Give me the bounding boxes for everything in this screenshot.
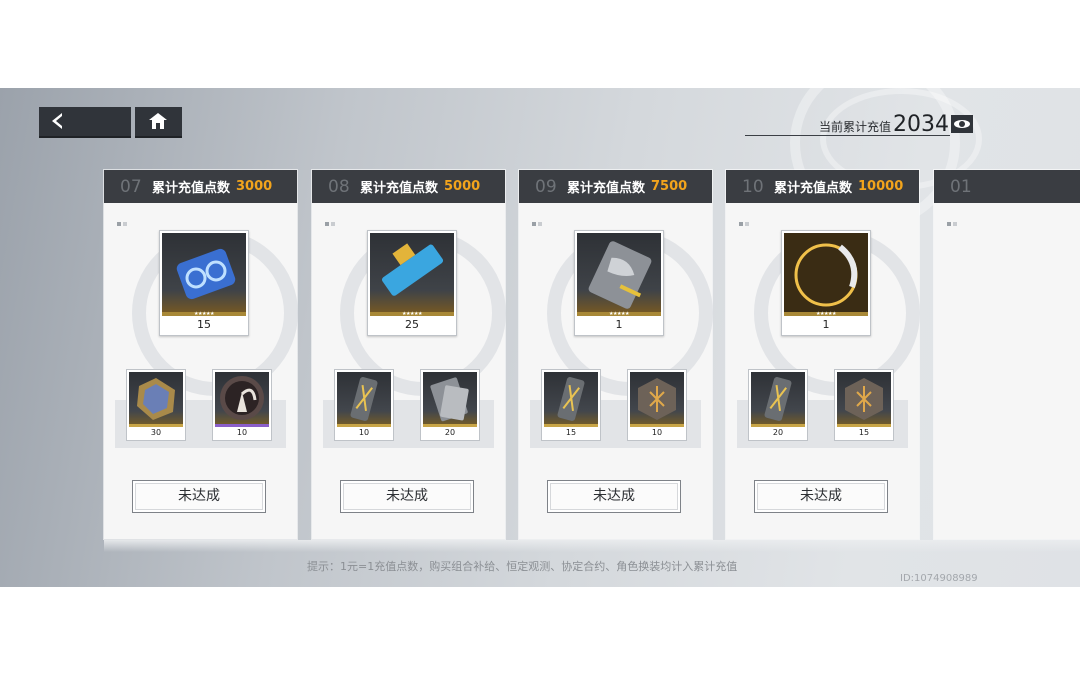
sub-reward-quantity: 15 xyxy=(858,428,870,437)
sub-reward-quantity: 20 xyxy=(444,428,456,437)
main-reward-quantity: 1 xyxy=(822,318,830,331)
rarity-stars: ★★★★★ xyxy=(784,312,868,317)
claim-status-button[interactable]: 未达成 xyxy=(132,480,266,513)
home-button[interactable] xyxy=(135,107,182,138)
back-button[interactable] xyxy=(39,107,131,138)
gold-crystal-tube-icon xyxy=(751,372,805,424)
sub-reward-quantity: 20 xyxy=(772,428,784,437)
sub-reward-item[interactable]: 20 xyxy=(748,369,808,441)
card-index: 07 xyxy=(120,176,142,197)
card-label: 累计充值点数 xyxy=(360,181,439,196)
reward-card: 08 累计充值点数 5000 ★★★★★ 25 10 20 未达成 xyxy=(312,170,506,539)
card-index: 01 xyxy=(950,176,972,197)
claim-status-button[interactable]: 未达成 xyxy=(754,480,888,513)
card-reflection xyxy=(104,540,1080,552)
card-header: 09 累计充值点数 7500 xyxy=(519,170,712,203)
sub-reward-item[interactable]: 15 xyxy=(541,369,601,441)
rarity-stars: ★★★★★ xyxy=(370,312,454,317)
card-dots-decoration xyxy=(739,211,753,226)
main-reward-quantity: 15 xyxy=(197,318,211,331)
hint-text: 提示：1元=1充值点数，购买组合补给、恒定观测、协定合约、角色换装均计入累计充值 xyxy=(307,560,738,573)
sub-reward-item[interactable]: 15 xyxy=(834,369,894,441)
claim-status-button[interactable]: 未达成 xyxy=(340,480,474,513)
card-label: 累计充值点数 xyxy=(774,181,853,196)
card-target-points: 3000 xyxy=(236,179,273,194)
home-icon xyxy=(149,113,167,120)
card-header: 07 累计充值点数 3000 xyxy=(104,170,297,203)
main-reward-quantity: 25 xyxy=(405,318,419,331)
rarity-bar xyxy=(837,424,891,427)
topup-underline xyxy=(745,135,950,136)
rune-cube-icon xyxy=(837,372,891,424)
card-header: 01 xyxy=(934,170,1080,203)
card-header: 08 累计充值点数 5000 xyxy=(312,170,505,203)
gold-crystal-tube-icon xyxy=(337,372,391,424)
eye-icon-pupil xyxy=(959,121,965,127)
player-id: ID:1074908989 xyxy=(900,573,978,584)
metal-plate-icon xyxy=(423,372,477,424)
reward-card: 10 累计充值点数 10000 ★★★★★ 1 20 15 未达成 xyxy=(726,170,920,539)
rarity-bar xyxy=(337,424,391,427)
claim-status-button[interactable]: 未达成 xyxy=(547,480,681,513)
sub-reward-quantity: 30 xyxy=(150,428,162,437)
sub-reward-item[interactable]: 10 xyxy=(212,369,272,441)
sub-reward-quantity: 10 xyxy=(236,428,248,437)
main-reward-item[interactable]: ★★★★★ 1 xyxy=(781,230,871,336)
rune-cube-icon xyxy=(630,372,684,424)
sub-reward-item[interactable]: 20 xyxy=(420,369,480,441)
sub-reward-quantity: 15 xyxy=(565,428,577,437)
rarity-bar xyxy=(751,424,805,427)
sub-reward-quantity: 10 xyxy=(358,428,370,437)
card-index: 09 xyxy=(535,176,557,197)
camo-card-icon xyxy=(577,233,661,315)
main-reward-quantity: 1 xyxy=(615,318,623,331)
rarity-bar xyxy=(129,424,183,427)
card-dots-decoration xyxy=(532,211,546,226)
main-reward-item[interactable]: ★★★★★ 25 xyxy=(367,230,457,336)
rarity-bar xyxy=(423,424,477,427)
rarity-bar xyxy=(215,424,269,427)
sub-reward-item[interactable]: 10 xyxy=(334,369,394,441)
blue-weapon-part-icon xyxy=(370,233,454,315)
card-dots-decoration xyxy=(117,211,131,226)
card-index: 10 xyxy=(742,176,764,197)
game-screen: 当前累计充值 2034 07 累计充值点数 3000 ★★★★★ 15 30 10 未达成 08… xyxy=(0,88,1080,587)
current-topup-display: 当前累计充值 2034 xyxy=(819,110,949,138)
main-reward-item[interactable]: ★★★★★ 15 xyxy=(159,230,249,336)
card-dots-decoration xyxy=(325,211,339,226)
rarity-stars: ★★★★★ xyxy=(577,312,661,317)
golden-ring-icon xyxy=(784,233,868,315)
home-icon-door xyxy=(156,123,160,129)
card-index: 08 xyxy=(328,176,350,197)
back-arrow-icon xyxy=(52,113,62,129)
sub-reward-item[interactable]: 30 xyxy=(126,369,186,441)
toggle-visibility-button[interactable] xyxy=(951,115,973,133)
card-target-points: 5000 xyxy=(444,179,481,194)
rarity-stars: ★★★★★ xyxy=(162,312,246,317)
card-label: 累计充值点数 xyxy=(152,181,231,196)
winged-emblem-coin-icon xyxy=(215,372,269,424)
card-label: 累计充值点数 xyxy=(567,181,646,196)
sub-reward-quantity: 10 xyxy=(651,428,663,437)
rarity-bar xyxy=(630,424,684,427)
rarity-bar xyxy=(544,424,598,427)
card-dots-decoration xyxy=(947,211,961,226)
card-target-points: 7500 xyxy=(651,179,688,194)
sub-reward-item[interactable]: 10 xyxy=(627,369,687,441)
iridescent-crystal-icon xyxy=(129,372,183,424)
card-target-points: 10000 xyxy=(858,179,904,194)
main-reward-item[interactable]: ★★★★★ 1 xyxy=(574,230,664,336)
blue-engine-part-icon xyxy=(162,233,246,315)
reward-card: 01 xyxy=(934,170,1080,539)
reward-card: 09 累计充值点数 7500 ★★★★★ 1 15 10 未达成 xyxy=(519,170,713,539)
gold-crystal-tube-icon xyxy=(544,372,598,424)
reward-card: 07 累计充值点数 3000 ★★★★★ 15 30 10 未达成 xyxy=(104,170,298,539)
card-header: 10 累计充值点数 10000 xyxy=(726,170,919,203)
